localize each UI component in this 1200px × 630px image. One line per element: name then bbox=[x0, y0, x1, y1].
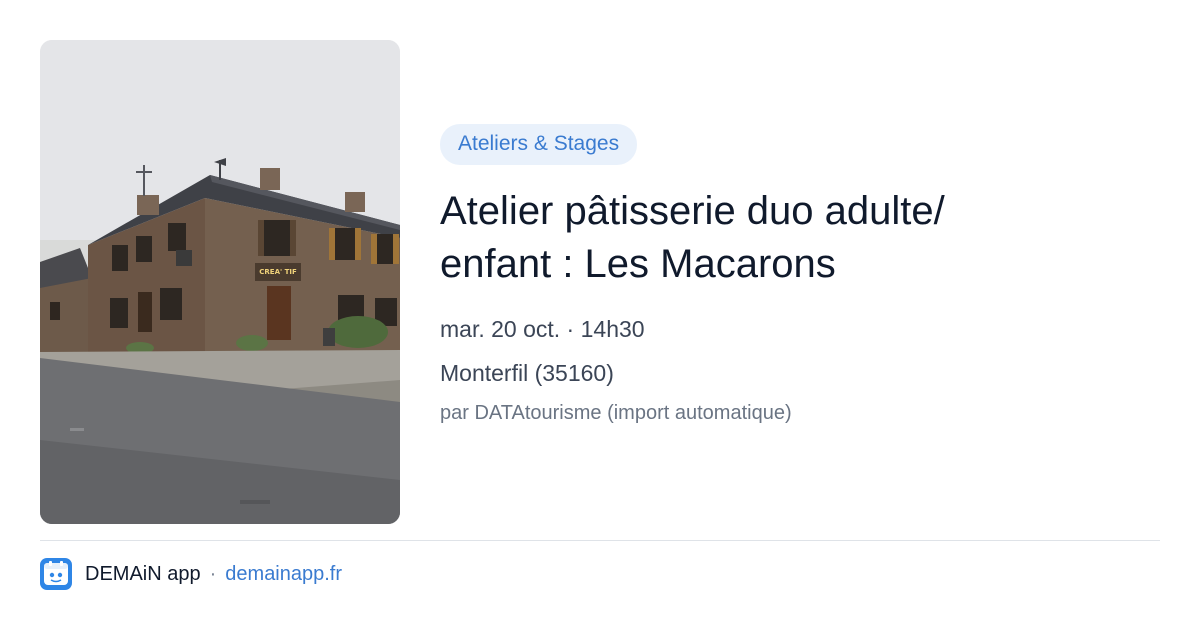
event-info: Ateliers & Stages Atelier pâtisserie duo… bbox=[440, 124, 1160, 425]
footer-separator: · bbox=[209, 562, 217, 585]
stone-house-photo: CREA' TIF bbox=[40, 40, 400, 524]
event-title-line-2: enfant : Les Macarons bbox=[440, 242, 836, 286]
shop-sign-text: CREA' TIF bbox=[259, 268, 297, 276]
event-location: Monterfil (35160) bbox=[440, 360, 614, 386]
footer: DEMAiN app · demainapp.fr bbox=[40, 558, 342, 590]
event-source: par DATAtourisme (import automatique) bbox=[440, 402, 792, 424]
footer-divider bbox=[40, 540, 1160, 541]
event-title-line-1: Atelier pâtisserie duo adulte/ bbox=[440, 189, 945, 233]
app-logo-icon[interactable] bbox=[40, 558, 72, 590]
app-name: DEMAiN app bbox=[85, 562, 201, 585]
app-domain-link[interactable]: demainapp.fr bbox=[225, 563, 342, 586]
event-title: Atelier pâtisserie duo adulte/ enfant : … bbox=[440, 185, 1160, 291]
category-badge[interactable]: Ateliers & Stages bbox=[440, 124, 638, 165]
event-photo: CREA' TIF bbox=[40, 40, 400, 524]
event-date: mar. 20 oct. · 14h30 bbox=[440, 316, 645, 342]
